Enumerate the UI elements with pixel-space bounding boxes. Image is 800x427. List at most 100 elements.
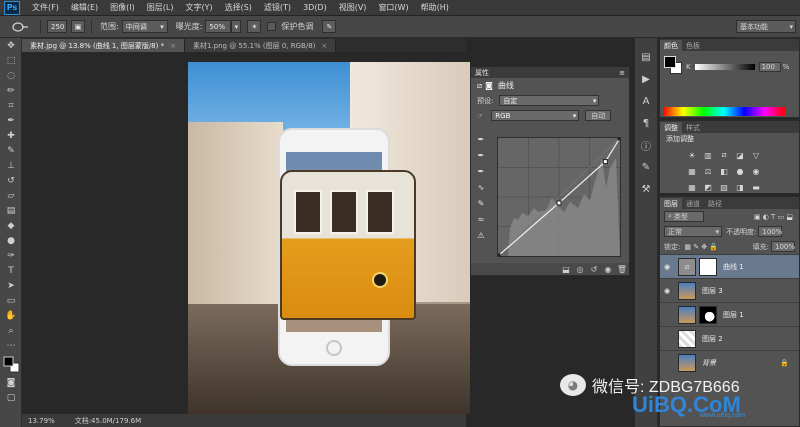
layer-curves-1[interactable]: ◉ ⧄ 曲线 1	[660, 254, 799, 278]
pencil-icon[interactable]: ✎	[475, 197, 487, 209]
move-tool-icon[interactable]: ✥	[0, 38, 22, 53]
exposure-icon[interactable]: ◪	[732, 147, 748, 163]
close-icon[interactable]: ×	[321, 42, 327, 50]
panel-menu-icon[interactable]: ≡	[619, 69, 625, 77]
hand-target-icon[interactable]: ☞	[477, 112, 483, 120]
curves-icon[interactable]: ⧄	[716, 147, 732, 163]
menu-help[interactable]: 帮助(H)	[415, 2, 455, 13]
zoom-tool-icon[interactable]: ⌕	[0, 323, 22, 338]
history-panel-icon[interactable]: ▤	[635, 46, 657, 68]
document-image[interactable]	[188, 62, 470, 414]
zoom-level[interactable]: 13.79%	[28, 417, 55, 425]
view-previous-icon[interactable]: ◎	[573, 265, 587, 274]
history-brush-tool-icon[interactable]: ↺	[0, 173, 22, 188]
visibility-eye-icon[interactable]: ◉	[660, 263, 674, 271]
color-swatches[interactable]	[0, 353, 22, 375]
gradient-map-icon[interactable]: ▬	[748, 179, 764, 195]
tab-swatches[interactable]: 色板	[682, 40, 704, 51]
layer-3[interactable]: ◉ 图层 3	[660, 278, 799, 302]
menu-window[interactable]: 窗口(W)	[372, 2, 414, 13]
canvas-area[interactable]	[22, 52, 470, 414]
trash-icon[interactable]: 🗑	[615, 265, 629, 274]
layer-background[interactable]: 背景 🔒	[660, 350, 799, 374]
blend-mode-select[interactable]: 正常 ▾	[664, 226, 722, 237]
menu-select[interactable]: 选择(S)	[219, 2, 258, 13]
blur-tool-icon[interactable]: ◆	[0, 218, 22, 233]
menu-filter[interactable]: 滤镜(T)	[258, 2, 297, 13]
brush-size-picker[interactable]: 250	[47, 20, 67, 33]
tab-color[interactable]: 颜色	[660, 40, 682, 51]
foreground-color-swatch[interactable]	[664, 56, 676, 68]
menu-image[interactable]: 图像(I)	[104, 2, 141, 13]
tab-layers[interactable]: 图层	[660, 198, 682, 209]
tab-styles[interactable]: 样式	[682, 122, 704, 133]
curve-control-point[interactable]	[495, 253, 501, 259]
k-value-input[interactable]: 100	[758, 62, 781, 72]
auto-button[interactable]: 自动	[585, 110, 612, 121]
path-select-tool-icon[interactable]: ➤	[0, 278, 22, 293]
hand-tool-icon[interactable]: ✋	[0, 308, 22, 323]
invert-icon[interactable]: ◩	[700, 179, 716, 195]
range-select[interactable]: 中间调 ▾	[121, 20, 168, 33]
clone-stamp-tool-icon[interactable]: ⊥	[0, 158, 22, 173]
smooth-icon[interactable]: ≈	[475, 213, 487, 225]
gradient-tool-icon[interactable]: ▤	[0, 203, 22, 218]
dodge-tool-preset[interactable]	[6, 19, 34, 35]
color-spectrum[interactable]	[663, 107, 785, 116]
paragraph-panel-icon[interactable]: ¶	[635, 112, 657, 134]
filter-icons[interactable]: ▣ ◐ T ▭ ⬓	[754, 213, 793, 221]
eyedropper-white-icon[interactable]: ✒	[475, 165, 487, 177]
clip-to-layer-icon[interactable]: ⬓	[559, 265, 573, 274]
posterize-icon[interactable]: ▧	[716, 179, 732, 195]
channel-select[interactable]: RGB ▾	[491, 110, 580, 121]
pen-tool-icon[interactable]: ✑	[0, 248, 22, 263]
screen-mode-icon[interactable]: ▢	[0, 390, 22, 405]
dodge-tool-icon[interactable]: ●	[0, 233, 22, 248]
menu-view[interactable]: 视图(V)	[333, 2, 373, 13]
eyedropper-tool-icon[interactable]: ✒	[0, 113, 22, 128]
eyedropper-gray-icon[interactable]: ✒	[475, 149, 487, 161]
curve-control-point[interactable]	[617, 135, 623, 141]
shape-tool-icon[interactable]: ▭	[0, 293, 22, 308]
exposure-slider-toggle[interactable]: ▾	[231, 20, 242, 33]
fill-input[interactable]: 100%	[771, 241, 795, 252]
tab-adjustments[interactable]: 调整	[660, 122, 682, 133]
protect-tones-checkbox[interactable]	[267, 22, 277, 31]
menu-layer[interactable]: 图层(L)	[141, 2, 180, 13]
curve-control-point[interactable]	[556, 200, 562, 206]
levels-icon[interactable]: ▥	[700, 147, 716, 163]
pressure-size-button[interactable]: ✎	[322, 20, 337, 33]
black-white-icon[interactable]: ◧	[716, 163, 732, 179]
quick-select-tool-icon[interactable]: ✏	[0, 83, 22, 98]
tool-presets-icon[interactable]: ⚒	[635, 178, 657, 200]
visibility-icon[interactable]: ◉	[601, 265, 615, 274]
tab-channels[interactable]: 通道	[682, 198, 704, 209]
menu-edit[interactable]: 编辑(E)	[65, 2, 104, 13]
hue-saturation-icon[interactable]: ▦	[684, 163, 700, 179]
tab-paths[interactable]: 路径	[704, 198, 726, 209]
workspace-select[interactable]: 基本功能 ▾	[736, 20, 796, 33]
marquee-tool-icon[interactable]: ⬚	[0, 53, 22, 68]
menu-type[interactable]: 文字(Y)	[179, 2, 218, 13]
photo-filter-icon[interactable]: ●	[732, 163, 748, 179]
brush-tool-icon[interactable]: ✎	[0, 143, 22, 158]
quick-mask-icon[interactable]: ◙	[0, 375, 22, 390]
exposure-input[interactable]: 50%	[205, 20, 232, 33]
healing-tool-icon[interactable]: ✚	[0, 128, 22, 143]
layer-kind-filter[interactable]: ⌕ 类型	[664, 211, 704, 222]
eraser-tool-icon[interactable]: ▱	[0, 188, 22, 203]
curve-control-point[interactable]	[602, 159, 608, 165]
menu-file[interactable]: 文件(F)	[26, 2, 65, 13]
reset-icon[interactable]: ↺	[587, 265, 601, 274]
layer-1[interactable]: 图层 1	[660, 302, 799, 326]
layer-mask-thumbnail[interactable]	[699, 257, 717, 276]
more-tools-icon[interactable]: ⋯	[0, 338, 22, 353]
vibrance-icon[interactable]: ▽	[748, 147, 764, 163]
tab-document-2[interactable]: 素材1.png @ 55.1% (图层 0, RGB/8) ×	[184, 39, 337, 52]
lock-icons[interactable]: ▦ ✎ ✥ 🔒	[684, 243, 718, 251]
opacity-input[interactable]: 100%	[758, 226, 782, 237]
color-lookup-icon[interactable]: ▦	[684, 179, 700, 195]
info-panel-icon[interactable]: ⓘ	[635, 134, 657, 156]
channel-mixer-icon[interactable]: ◉	[748, 163, 764, 179]
tab-document-1[interactable]: 素材.jpg @ 13.8% (曲线 1, 图层蒙版/8) * ×	[22, 39, 185, 52]
